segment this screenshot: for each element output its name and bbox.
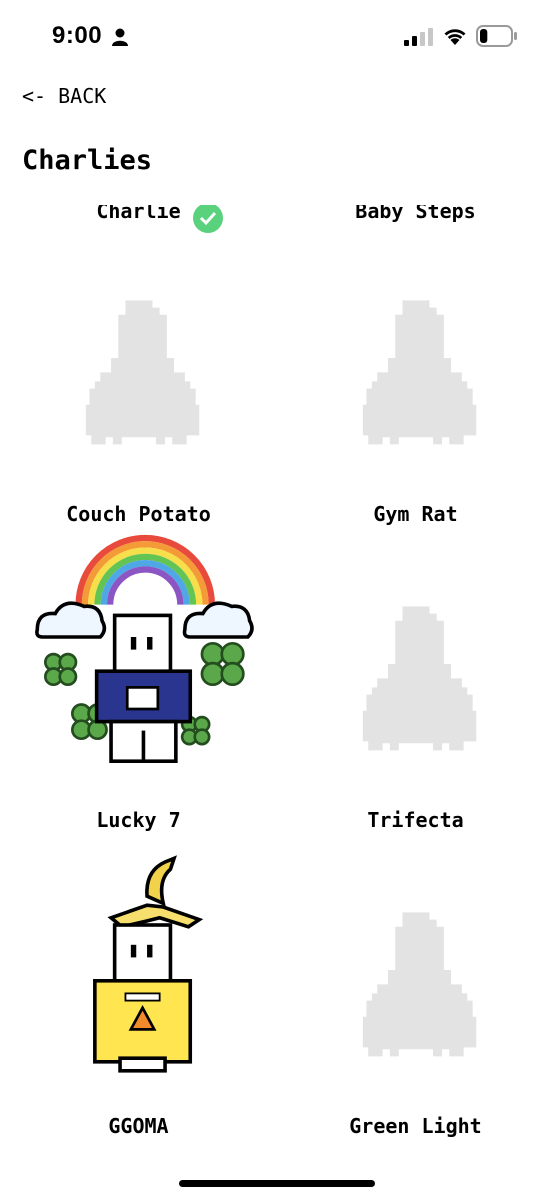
home-indicator[interactable]	[179, 1180, 375, 1187]
status-bar: 9:00	[0, 0, 554, 80]
banana-charlie-icon	[93, 855, 204, 1073]
charlie-card-lucky-7[interactable]: Lucky 7	[0, 511, 277, 832]
status-time: 9:00	[52, 22, 103, 49]
charlie-card-ggoma[interactable]: GGOMA	[0, 817, 277, 1138]
charlie-card-green-light[interactable]: Green Light	[277, 817, 554, 1138]
rainbow-clover-charlie-icon	[35, 534, 254, 763]
person-icon	[112, 28, 128, 50]
locked-silhouette-icon	[362, 606, 477, 751]
page-title: Charlies	[22, 145, 153, 176]
cellular-signal-icon	[404, 28, 434, 50]
charlie-card-gym-rat[interactable]: Gym Rat	[277, 205, 554, 526]
locked-silhouette-icon	[362, 300, 477, 445]
locked-silhouette-icon	[85, 300, 200, 445]
charlies-grid[interactable]: Charlie Baby Steps Couch Potato Gym Rat	[0, 205, 554, 1160]
back-button[interactable]: <- BACK	[22, 84, 106, 108]
battery-icon	[476, 25, 518, 51]
charlie-card-couch-potato[interactable]: Couch Potato	[0, 205, 277, 526]
charlie-card-trifecta[interactable]: Trifecta	[277, 511, 554, 832]
charlie-name: GGOMA	[108, 1114, 169, 1138]
charlie-name: Green Light	[349, 1114, 482, 1138]
wifi-icon	[443, 26, 467, 50]
locked-silhouette-icon	[362, 912, 477, 1057]
